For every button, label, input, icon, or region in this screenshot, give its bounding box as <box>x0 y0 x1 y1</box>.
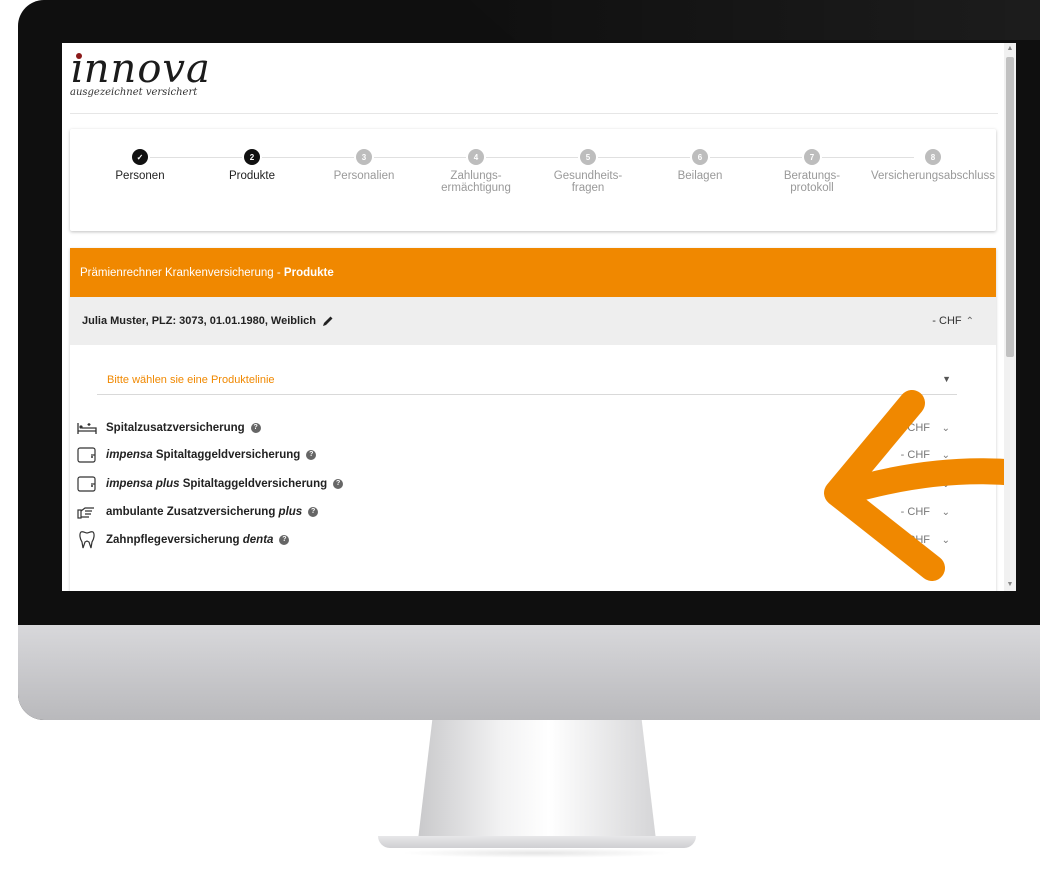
chevron-down-icon[interactable]: ⌄ <box>942 535 950 546</box>
pencil-icon[interactable] <box>322 315 334 327</box>
hand-icon <box>76 503 98 521</box>
step-4[interactable]: 4 Zahlungs- ermächtigung <box>420 149 532 194</box>
step-8[interactable]: 8 Versicherungsabschluss <box>868 149 998 182</box>
step-label: Versicherungsabschluss <box>870 170 995 182</box>
step-number: 2 <box>244 149 260 165</box>
help-icon[interactable]: ? <box>306 450 317 460</box>
product-chf: - CHF <box>900 534 930 546</box>
product-row[interactable]: impensa Spitaltaggeldversicherung? - CHF ⌄ <box>76 441 976 469</box>
product-name: impensa plus Spitaltaggeldversicherung <box>106 478 327 490</box>
person-summary-row[interactable]: Julia Muster, PLZ: 3073, 01.01.1980, Wei… <box>70 297 996 345</box>
product-name-part: denta <box>242 534 274 546</box>
product-row[interactable]: impensa plus Spitaltaggeldversicherung? -… <box>76 470 976 498</box>
step-label: Personen <box>115 170 165 182</box>
chevron-down-icon[interactable]: ⌄ <box>942 423 950 434</box>
product-row[interactable]: Zahnpflegeversicherung denta? - CHF ⌄ <box>76 526 976 554</box>
monitor-stand-base <box>378 836 696 848</box>
help-icon[interactable]: ? <box>250 423 261 433</box>
step-label: Beilagen <box>677 170 723 182</box>
step-label: Gesundheits- fragen <box>553 170 623 194</box>
step-number: 4 <box>468 149 484 165</box>
logo-tagline: ausgezeichnet versichert <box>70 87 198 98</box>
product-chf: - CHF <box>900 478 930 490</box>
panel-title-prefix: Prämienrechner Krankenversicherung - <box>80 266 281 279</box>
product-name-part: plus <box>278 506 303 518</box>
monitor-stand <box>418 720 656 840</box>
product-name-part: Zahnpflegeversicherung <box>106 534 243 546</box>
scroll-down-arrow[interactable]: ▼ <box>1006 581 1014 589</box>
help-icon[interactable]: ? <box>279 535 290 545</box>
innova-logo: ınnova ausgezeichnet versichert <box>70 49 211 98</box>
product-name: impensa Spitaltaggeldversicherung <box>106 449 300 461</box>
help-icon[interactable]: ? <box>308 507 319 517</box>
bezel-reflection <box>470 0 1040 40</box>
chevron-down-icon[interactable]: ⌄ <box>942 450 950 461</box>
tooth-icon <box>76 531 98 549</box>
product-name: Zahnpflegeversicherung denta <box>106 534 273 546</box>
logo-dot <box>76 53 82 59</box>
product-row[interactable]: ambulante Zusatzversicherung plus? - CHF ⌄ <box>76 498 976 526</box>
step-number: 3 <box>356 149 372 165</box>
product-name-part: Spitaltaggeldversicherung <box>179 478 328 490</box>
monitor-chin <box>18 625 1040 720</box>
product-line-placeholder: Bitte wählen sie eine Produktelinie <box>107 374 275 386</box>
bed-icon <box>76 419 98 437</box>
product-name-part: impensa plus <box>106 478 180 490</box>
product-name-part: Spitalzusatzversicherung <box>106 422 245 434</box>
step-label: Zahlungs- ermächtigung <box>441 170 511 194</box>
browser-viewport: ınnova ausgezeichnet versichert ✓ Persone… <box>62 43 1016 591</box>
person-total-chf: - CHF ⌃ <box>932 315 974 327</box>
progress-stepper: ✓ Personen 2 Produkte 3 Personalien 4 Zahlungs-… <box>70 129 996 231</box>
product-line-select[interactable]: Bitte wählen sie eine Produktelinie ▼ <box>97 366 957 395</box>
product-name-part: Spitaltaggeldversicherung <box>152 449 301 461</box>
stand-shadow <box>400 848 674 858</box>
header-divider <box>70 113 998 114</box>
step-number: 8 <box>925 149 941 165</box>
step-2[interactable]: 2 Produkte <box>196 149 308 182</box>
step-number: 7 <box>804 149 820 165</box>
step-5[interactable]: 5 Gesundheits- fragen <box>532 149 644 194</box>
step-number: 5 <box>580 149 596 165</box>
panel-header: Prämienrechner Krankenversicherung - Pro… <box>70 248 996 297</box>
person-summary: Julia Muster, PLZ: 3073, 01.01.1980, Wei… <box>82 315 316 327</box>
step-3[interactable]: 3 Personalien <box>308 149 420 182</box>
step-label: Beratungs- protokoll <box>783 170 841 194</box>
chevron-up-icon[interactable]: ⌃ <box>966 316 974 327</box>
product-row[interactable]: Spitalzusatzversicherung? - CHF ⌄ <box>76 414 976 442</box>
product-chf: - CHF <box>900 449 930 461</box>
chevron-down-icon[interactable]: ⌄ <box>942 479 950 490</box>
chevron-down-icon[interactable]: ⌄ <box>942 507 950 518</box>
panel-title-section: Produkte <box>283 266 334 279</box>
product-chf: - CHF <box>900 422 930 434</box>
help-icon[interactable]: ? <box>333 479 344 489</box>
scroll-thumb[interactable] <box>1006 57 1014 357</box>
wallet-icon <box>76 475 98 493</box>
step-number: 6 <box>692 149 708 165</box>
person-chf-value: - CHF <box>932 315 962 327</box>
step-label: Produkte <box>228 170 276 182</box>
step-label: Personalien <box>333 170 395 182</box>
check-icon: ✓ <box>132 149 148 165</box>
product-name: ambulante Zusatzversicherung plus <box>106 506 302 518</box>
product-panel: Prämienrechner Krankenversicherung - Pro… <box>70 248 996 591</box>
step-1[interactable]: ✓ Personen <box>84 149 196 182</box>
product-chf: - CHF <box>900 506 930 518</box>
product-name-part: ambulante Zusatzversicherung <box>106 506 279 518</box>
logo-wordmark: ınnova <box>70 46 211 92</box>
caret-down-icon: ▼ <box>942 374 951 384</box>
product-name: Spitalzusatzversicherung <box>106 422 245 434</box>
vertical-scrollbar[interactable]: ▲ ▼ <box>1004 43 1016 591</box>
wallet-icon <box>76 446 98 464</box>
scroll-up-arrow[interactable]: ▲ <box>1006 45 1014 53</box>
product-name-part: impensa <box>106 449 153 461</box>
step-6[interactable]: 6 Beilagen <box>644 149 756 182</box>
step-7[interactable]: 7 Beratungs- protokoll <box>756 149 868 194</box>
